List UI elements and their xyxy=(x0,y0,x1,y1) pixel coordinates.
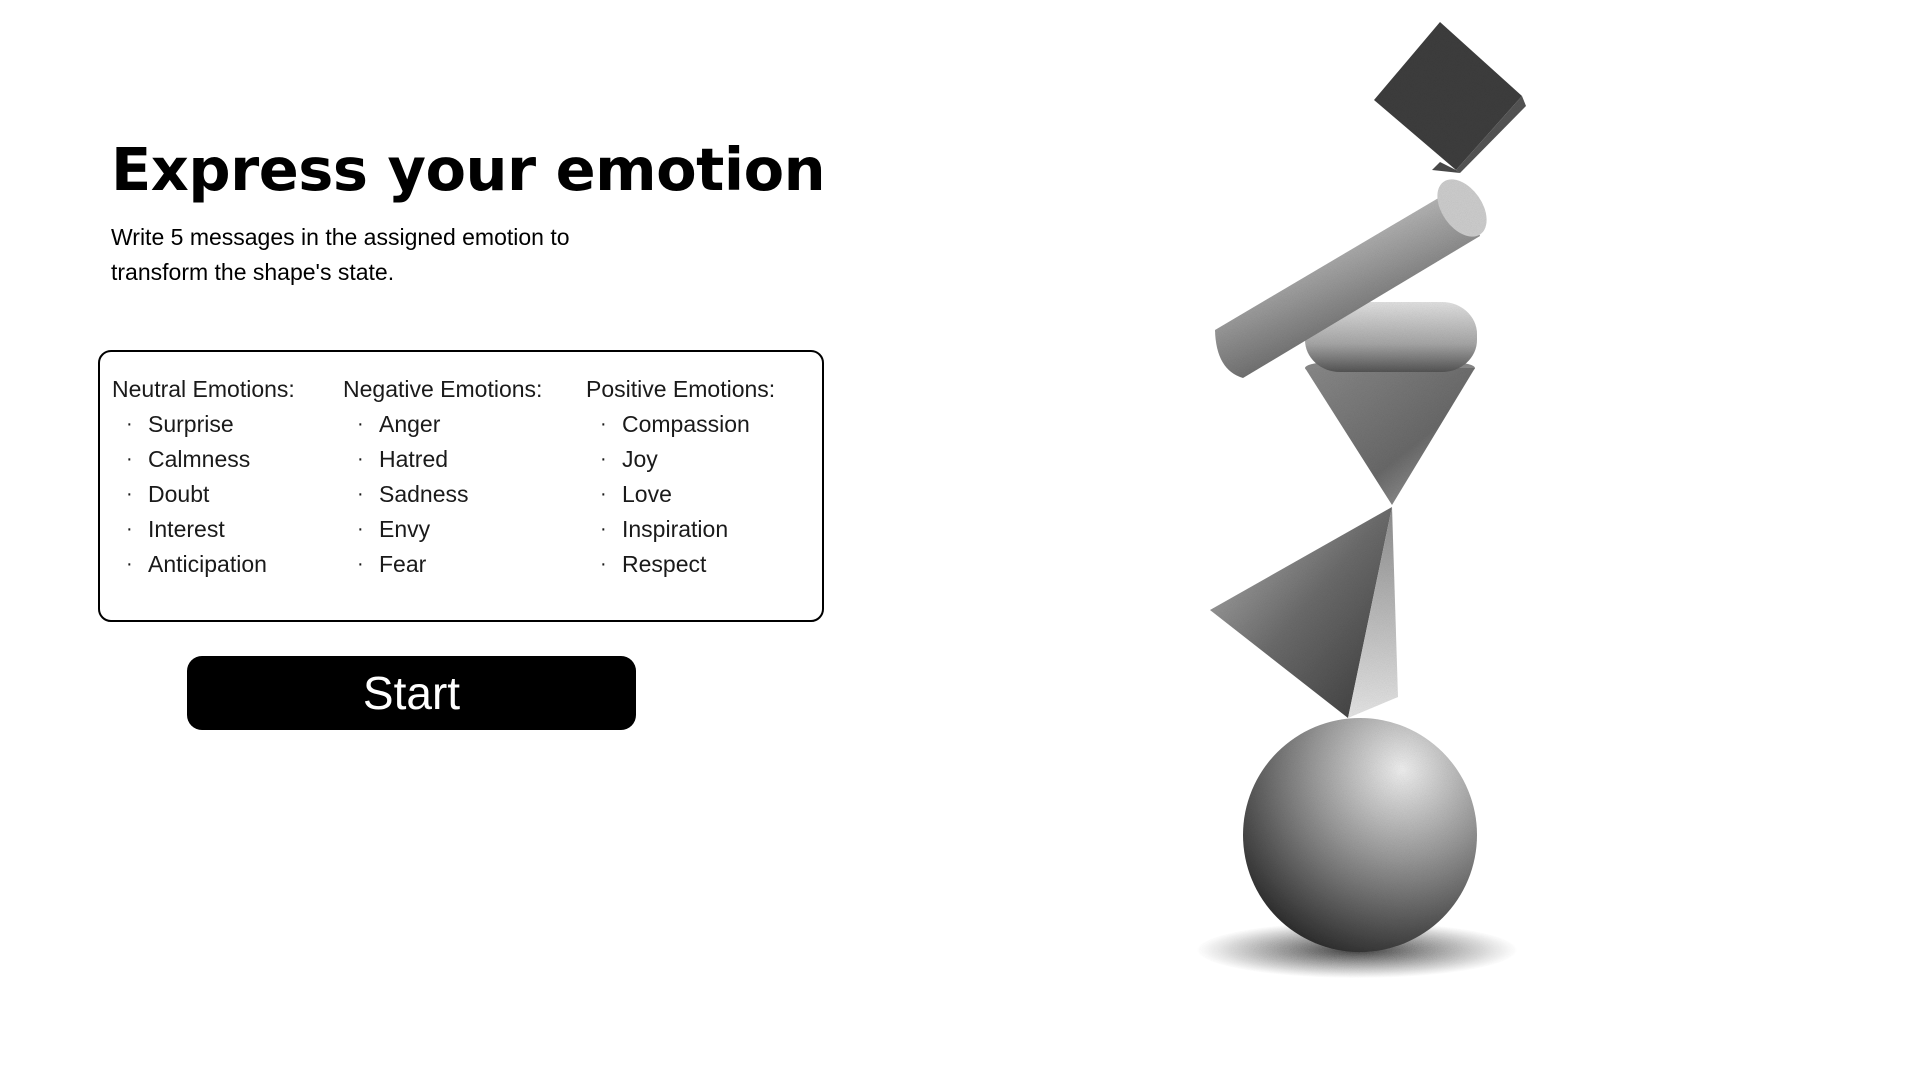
list-item: Love xyxy=(586,477,806,512)
list-item: Hatred xyxy=(343,442,586,477)
list-item: Doubt xyxy=(112,477,343,512)
negative-emotions-list: Anger Hatred Sadness Envy Fear xyxy=(343,407,586,582)
stacked-shapes-illustration xyxy=(1197,22,1526,978)
positive-emotions-list: Compassion Joy Love Inspiration Respect xyxy=(586,407,806,582)
list-item: Respect xyxy=(586,547,806,582)
list-item: Interest xyxy=(112,512,343,547)
list-item: Calmness xyxy=(112,442,343,477)
list-item: Envy xyxy=(343,512,586,547)
intro-section: Express your emotion Write 5 messages in… xyxy=(111,130,871,290)
list-item: Anger xyxy=(343,407,586,442)
negative-emotions-heading: Negative Emotions: xyxy=(343,376,543,402)
sphere-shape xyxy=(1243,718,1477,952)
list-item: Joy xyxy=(586,442,806,477)
pyramid-shape xyxy=(1210,507,1398,718)
positive-emotions-column: Positive Emotions: Compassion Joy Love I… xyxy=(586,372,806,620)
emotion-list-panel: Neutral Emotions: Surprise Calmness Doub… xyxy=(98,350,824,622)
neutral-emotions-column: Neutral Emotions: Surprise Calmness Doub… xyxy=(112,372,343,620)
neutral-emotions-list: Surprise Calmness Doubt Interest Anticip… xyxy=(112,407,343,582)
page-title: Express your emotion xyxy=(111,135,826,204)
page: Express your emotion Write 5 messages in… xyxy=(0,0,1920,1080)
list-item: Surprise xyxy=(112,407,343,442)
start-button[interactable]: Start xyxy=(187,656,636,730)
list-item: Inspiration xyxy=(586,512,806,547)
cube-shape xyxy=(1374,22,1526,173)
neutral-emotions-heading: Neutral Emotions: xyxy=(112,376,295,402)
list-item: Compassion xyxy=(586,407,806,442)
positive-emotions-heading: Positive Emotions: xyxy=(586,376,776,402)
cone-shape xyxy=(1305,358,1475,505)
instructions-text: Write 5 messages in the assigned emotion… xyxy=(111,224,570,285)
negative-emotions-column: Negative Emotions: Anger Hatred Sadness … xyxy=(343,372,586,620)
list-item: Fear xyxy=(343,547,586,582)
list-item: Sadness xyxy=(343,477,586,512)
list-item: Anticipation xyxy=(112,547,343,582)
